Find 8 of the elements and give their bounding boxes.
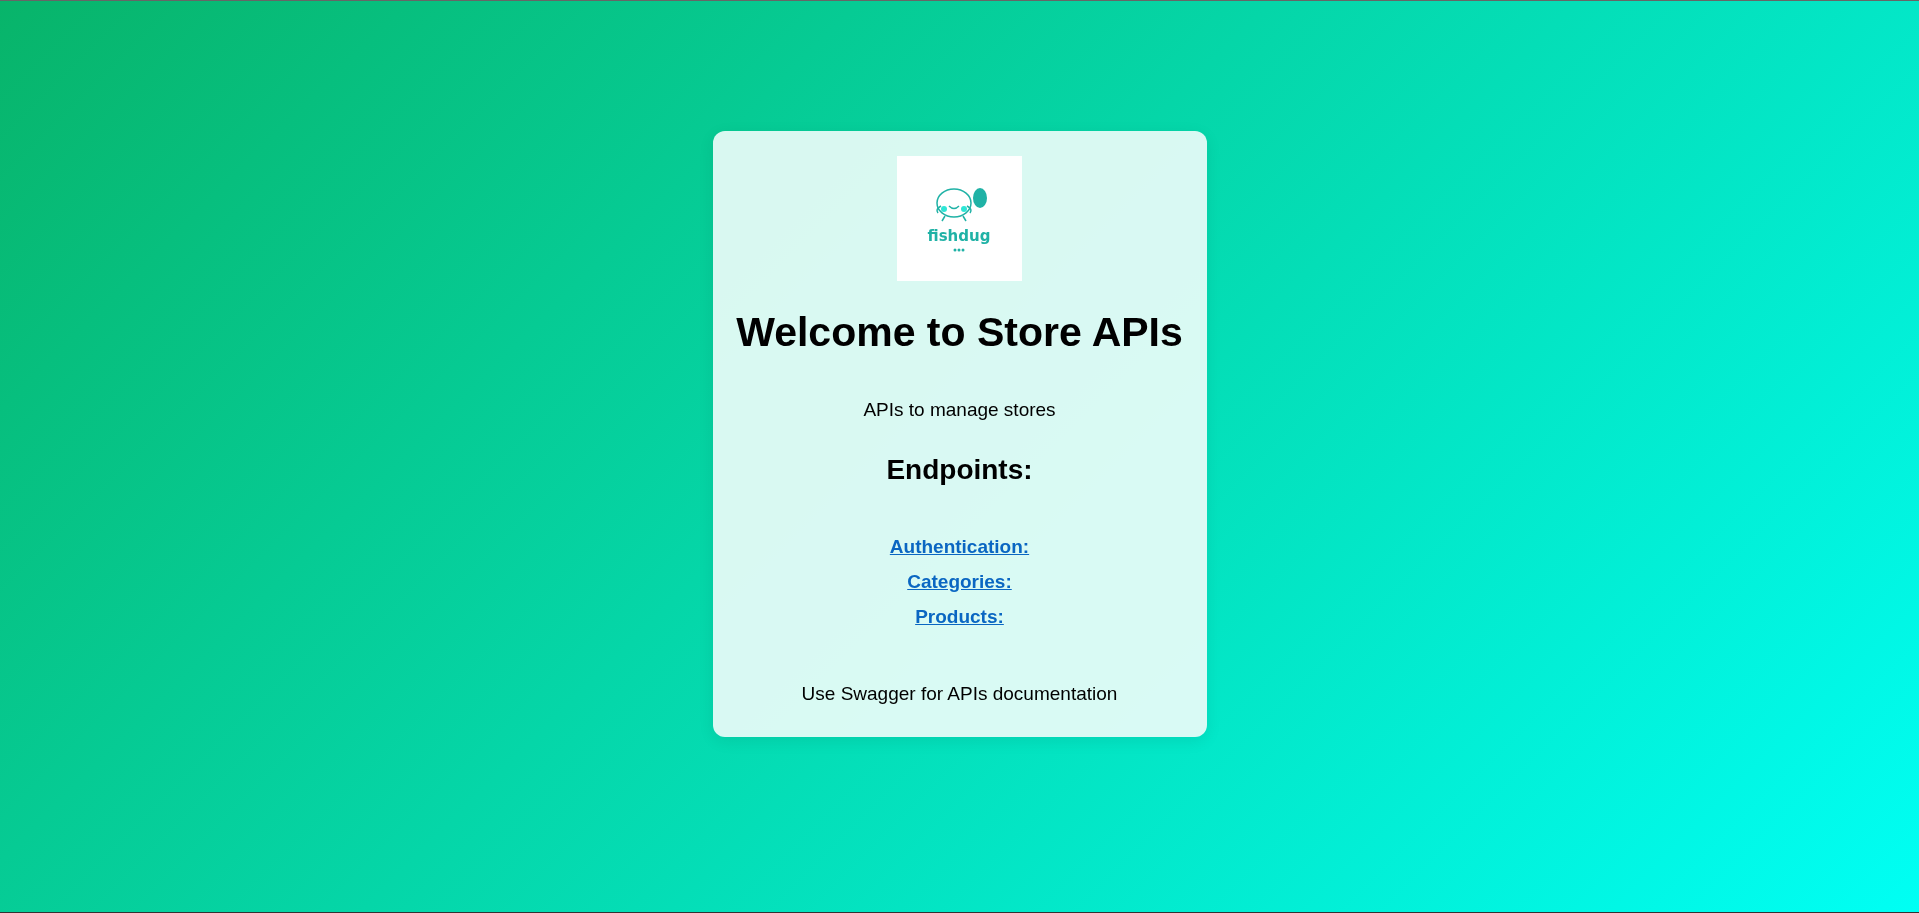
footer-note: Use Swagger for APIs documentation xyxy=(801,683,1118,705)
endpoint-link[interactable]: Authentication: xyxy=(889,536,1030,558)
endpoints-heading: Endpoints: xyxy=(886,454,1033,486)
logo: fishdug xyxy=(897,156,1022,281)
subtitle: APIs to manage stores xyxy=(863,399,1056,421)
endpoint-link[interactable]: Products: xyxy=(915,606,1004,628)
endpoint-link[interactable]: Categories: xyxy=(907,571,1012,593)
page-title: Welcome to Store APIs xyxy=(736,309,1183,356)
